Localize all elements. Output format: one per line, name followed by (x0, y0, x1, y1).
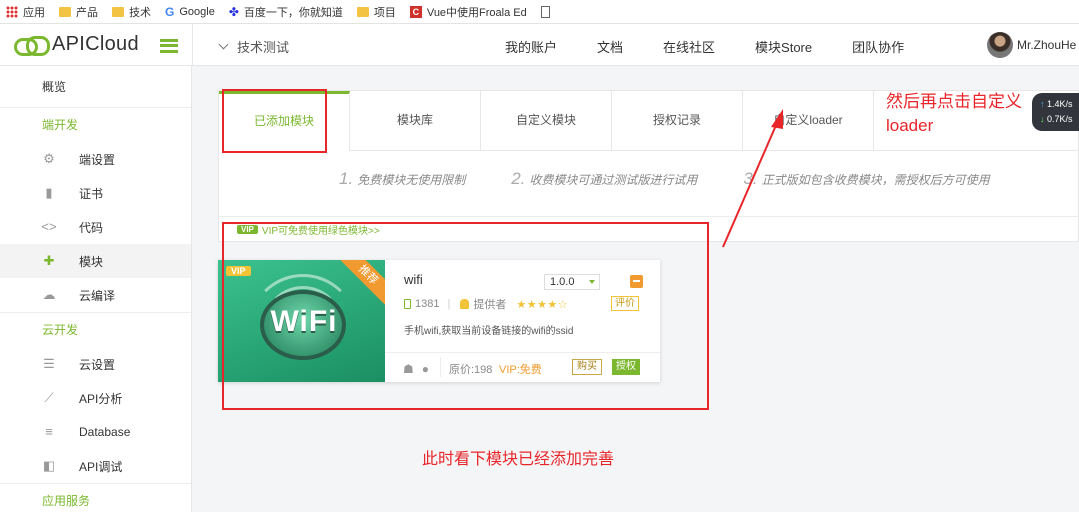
baidu-paw-icon: ✤ (228, 4, 239, 19)
bookmarks-bar: 应用 产品 技术 G Google ✤ 百度一下，你就知道 项目 C Vue中使用Fr… (0, 0, 1079, 24)
sidebar: 概览 端开发 ⚙ 端设置 ▮ 证书 <> 代码 ✚ 模块 ☁ 云编译 云开发 ☰… (0, 66, 192, 512)
sliders-icon: ☰ (43, 356, 55, 371)
cloud-icon: ☁ (42, 287, 56, 302)
folder-icon (59, 6, 71, 17)
sidebar-item-database[interactable]: ≡ Database (0, 415, 191, 449)
annotation-top-note: 然后再点击自定义 loader (886, 90, 1022, 138)
sidebar-item-api-debug[interactable]: ◧ API调试 (0, 449, 191, 483)
sidebar-item-modules[interactable]: ✚ 模块 (0, 244, 191, 278)
bookmark-apps[interactable]: 应用 (6, 4, 45, 20)
chart-icon: ⟋ (44, 390, 54, 405)
debug-icon: ◧ (42, 458, 56, 473)
menu-toggle-icon[interactable] (160, 39, 178, 53)
tip-2: 2. 收费模块可通过测试版进行试用 (511, 169, 698, 188)
annotation-bottom-note: 此时看下模块已经添加完善 (422, 451, 615, 468)
sidebar-item-client-settings[interactable]: ⚙ 端设置 (0, 142, 191, 176)
puzzle-icon: ✚ (43, 253, 55, 268)
nav-community[interactable]: 在线社区 (663, 37, 715, 56)
tab-custom-modules[interactable]: 自定义模块 (481, 91, 612, 151)
froala-icon: C (409, 5, 422, 18)
logo[interactable]: APICloud (14, 33, 139, 56)
upload-speed: ↑ 1.4K/s (1040, 99, 1073, 109)
sidebar-group-cloud: 云开发 (42, 323, 79, 337)
annotation-box-card (222, 222, 709, 410)
sidebar-group-client: 端开发 (42, 118, 79, 132)
bookmark-google[interactable]: G Google (165, 5, 215, 19)
sidebar-item-overview[interactable]: 概览 (0, 66, 191, 108)
nav-my-account[interactable]: 我的账户 (505, 37, 557, 56)
bookmark-baidu[interactable]: ✤ 百度一下，你就知道 (229, 4, 343, 20)
network-speed-widget: ↑ 1.4K/s ↓ 0.7K/s (1032, 93, 1079, 131)
nav-team[interactable]: 团队协作 (852, 37, 904, 56)
sidebar-item-cloud-compile[interactable]: ☁ 云编译 (0, 278, 191, 312)
top-header: APICloud 技术测试 我的账户 文档 在线社区 模块Store 团队协作 … (0, 24, 1079, 66)
gear-icon: ⚙ (43, 151, 55, 166)
project-name: 技术测试 (237, 40, 290, 55)
project-selector[interactable]: 技术测试 (218, 37, 290, 56)
code-icon: <> (41, 219, 57, 234)
bookmark-vue-froala[interactable]: C Vue中使用Froala Ed (409, 4, 527, 20)
logo-text: APICloud (52, 33, 139, 55)
annotation-box-tab (222, 89, 327, 153)
tip-1: 1. 免费模块无使用限制 (339, 169, 466, 188)
bookmark-project[interactable]: 项目 (356, 4, 396, 20)
bookmark-tech[interactable]: 技术 (112, 4, 151, 20)
top-nav: 我的账户 文档 在线社区 模块Store 团队协作 (505, 37, 944, 56)
sidebar-item-api-analysis[interactable]: ⟋ API分析 (0, 381, 191, 415)
sidebar-item-cloud-settings[interactable]: ☰ 云设置 (0, 347, 191, 381)
arrow-down-icon: ↓ (1040, 114, 1045, 124)
sidebar-item-code[interactable]: <> 代码 (0, 210, 191, 244)
tab-module-library[interactable]: 模块库 (350, 91, 481, 151)
apps-icon (6, 5, 18, 18)
annotation-top-line2: loader (886, 116, 934, 135)
header-divider (192, 24, 193, 66)
chevron-down-icon (218, 39, 229, 50)
database-icon: ≡ (45, 424, 53, 439)
nav-module-store[interactable]: 模块Store (755, 37, 812, 56)
annotation-top-line1: 然后再点击自定义 (886, 92, 1022, 111)
avatar (987, 32, 1013, 58)
nav-docs[interactable]: 文档 (597, 37, 623, 56)
certificate-icon: ▮ (45, 185, 53, 200)
user-name: Mr.ZhouHe (1017, 38, 1077, 52)
usage-tips: 1. 免费模块无使用限制 2. 收费模块可通过测试版进行试用 3. 正式版如包含收费模… (339, 169, 1036, 189)
bookmark-product[interactable]: 产品 (59, 4, 98, 20)
folder-icon (356, 6, 369, 17)
download-speed: ↓ 0.7K/s (1040, 114, 1073, 124)
arrow-up-icon: ↑ (1040, 99, 1045, 109)
annotation-arrow-icon (722, 109, 783, 248)
folder-icon (112, 6, 124, 17)
page-icon (540, 5, 550, 18)
sidebar-item-certificate[interactable]: ▮ 证书 (0, 176, 191, 210)
bookmark-page[interactable] (540, 5, 555, 18)
user-menu[interactable]: Mr.ZhouHe (987, 32, 1076, 58)
sidebar-group-app-services: 应用服务 (42, 494, 91, 508)
apicloud-logo-icon (14, 35, 50, 56)
google-icon: G (165, 4, 175, 19)
